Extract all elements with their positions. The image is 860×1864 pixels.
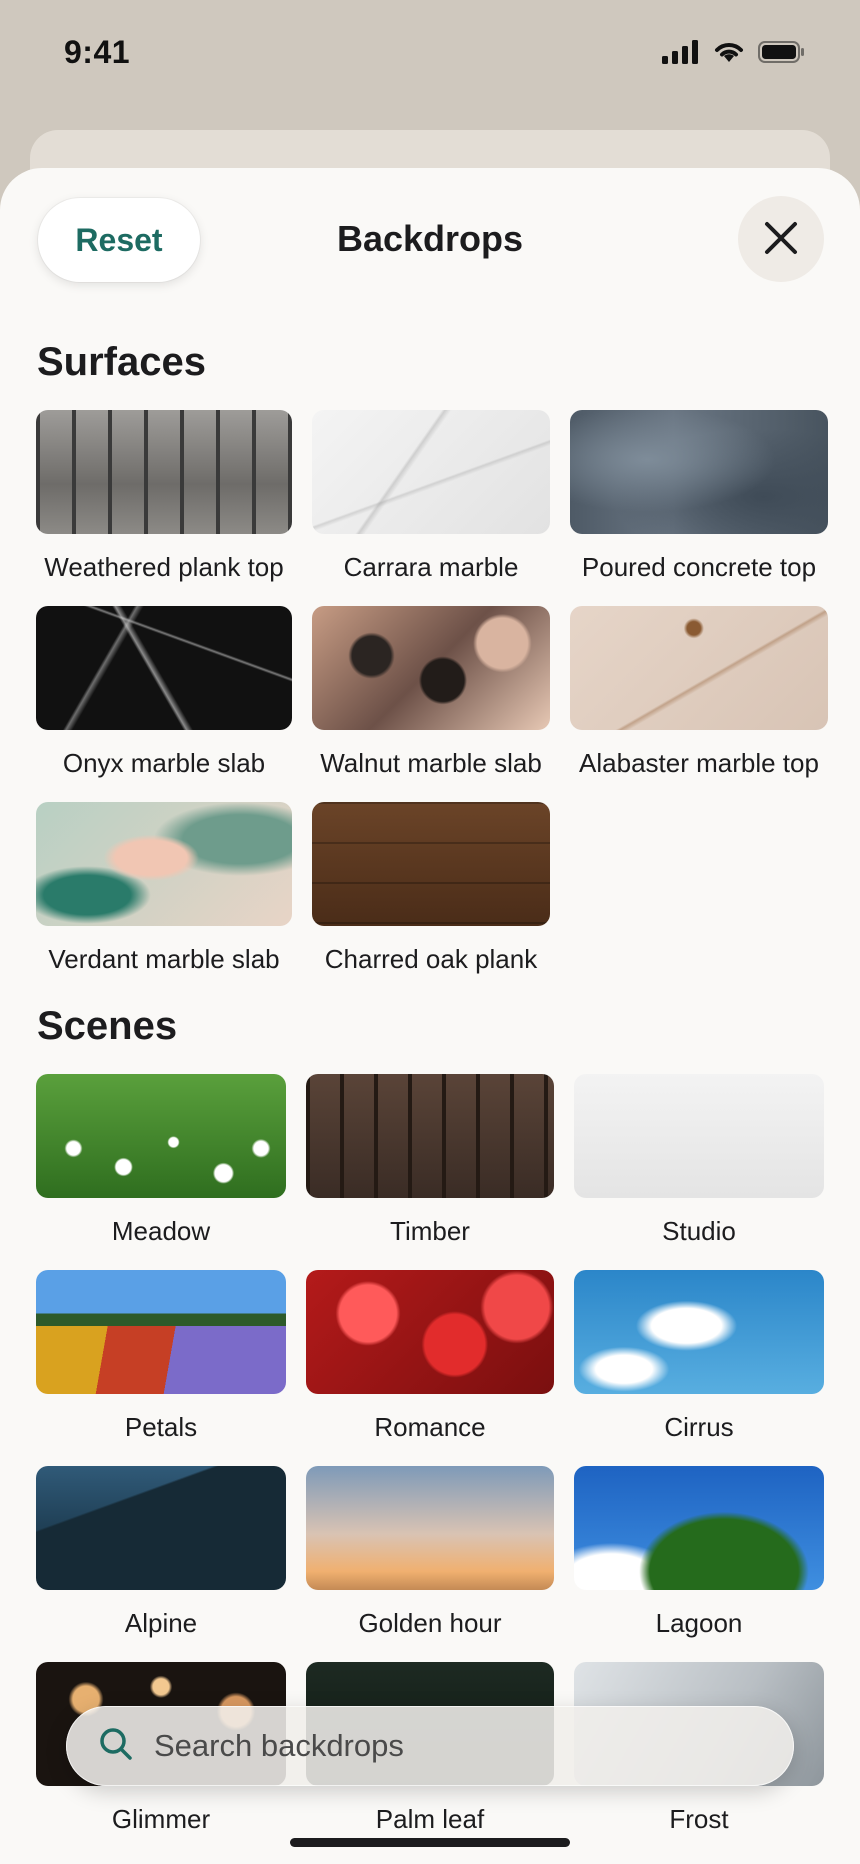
signal-icon	[662, 40, 700, 69]
backdrop-thumbnail	[574, 1270, 824, 1394]
backdrop-thumbnail	[36, 802, 292, 926]
backdrop-tile[interactable]: Alpine	[36, 1466, 286, 1638]
search-icon	[98, 1726, 134, 1767]
backdrop-tile[interactable]: Golden hour	[306, 1466, 554, 1638]
backdrops-sheet: Reset Backdrops Surfaces Weathered plank…	[0, 168, 860, 1864]
backdrop-tile[interactable]: Romance	[306, 1270, 554, 1442]
backdrop-thumbnail	[36, 410, 292, 534]
backdrop-tile[interactable]: Alabaster marble top	[570, 606, 828, 778]
backdrop-thumbnail	[36, 1074, 286, 1198]
backdrop-tile[interactable]: Cirrus	[574, 1270, 824, 1442]
backdrop-thumbnail	[36, 1466, 286, 1590]
backdrop-tile[interactable]: Weathered plank top	[36, 410, 292, 582]
backdrop-label: Walnut marble slab	[320, 748, 542, 778]
search-bar[interactable]	[66, 1706, 794, 1786]
backdrop-label: Frost	[669, 1804, 729, 1834]
backdrop-thumbnail	[312, 802, 550, 926]
home-indicator	[290, 1838, 570, 1847]
backdrop-tile[interactable]: Carrara marble	[312, 410, 550, 582]
backdrop-label: Cirrus	[664, 1412, 734, 1442]
close-icon	[764, 221, 798, 258]
sheet-header: Reset Backdrops	[0, 168, 860, 308]
backdrop-tile[interactable]: Onyx marble slab	[36, 606, 292, 778]
backdrop-tile[interactable]: Charred oak plank	[312, 802, 550, 974]
backdrop-tile[interactable]: Studio	[574, 1074, 824, 1246]
status-bar: 9:41	[0, 0, 860, 110]
backdrop-thumbnail	[36, 1270, 286, 1394]
search-input[interactable]	[154, 1728, 714, 1764]
backdrop-tile[interactable]: Timber	[306, 1074, 554, 1246]
backdrop-thumbnail	[36, 606, 292, 730]
backdrop-label: Meadow	[111, 1216, 211, 1246]
backdrop-label: Charred oak plank	[324, 944, 538, 974]
backdrop-thumbnail	[306, 1270, 554, 1394]
backdrop-label: Glimmer	[111, 1804, 211, 1834]
backdrop-tile[interactable]: Petals	[36, 1270, 286, 1442]
sheet-title: Backdrops	[336, 218, 524, 259]
backdrop-thumbnail	[574, 1466, 824, 1590]
backdrop-label: Studio	[662, 1216, 736, 1246]
backdrop-label: Carrara marble	[343, 552, 519, 582]
battery-icon	[758, 40, 806, 69]
backdrop-label: Poured concrete top	[581, 552, 817, 582]
backdrop-thumbnail	[574, 1074, 824, 1198]
backdrop-label: Romance	[374, 1412, 486, 1442]
backdrop-thumbnail	[306, 1466, 554, 1590]
backdrop-thumbnail	[570, 606, 828, 730]
backdrop-label: Onyx marble slab	[62, 748, 266, 778]
backdrop-label: Weathered plank top	[44, 552, 284, 582]
backdrop-tile[interactable]: Verdant marble slab	[36, 802, 292, 974]
wifi-icon	[712, 40, 746, 69]
backdrop-thumbnail	[312, 410, 550, 534]
backdrop-label: Palm leaf	[375, 1804, 485, 1834]
backdrop-label: Alpine	[124, 1608, 198, 1638]
backdrop-label: Lagoon	[655, 1608, 743, 1638]
backdrop-label: Timber	[390, 1216, 470, 1246]
status-time: 9:41	[64, 34, 131, 70]
section-title-surfaces: Surfaces	[37, 340, 206, 384]
backdrop-tile[interactable]: Lagoon	[574, 1466, 824, 1638]
backdrop-thumbnail	[570, 410, 828, 534]
backdrop-label: Golden hour	[358, 1608, 502, 1638]
backdrop-tile[interactable]: Meadow	[36, 1074, 286, 1246]
backdrop-label: Petals	[124, 1412, 198, 1442]
close-button[interactable]	[738, 196, 824, 282]
status-icons	[662, 40, 806, 69]
backdrop-label: Verdant marble slab	[48, 944, 280, 974]
section-title-scenes: Scenes	[37, 1004, 178, 1048]
backdrop-label: Alabaster marble top	[579, 748, 819, 778]
backdrop-thumbnail	[306, 1074, 554, 1198]
backdrop-tile[interactable]: Walnut marble slab	[312, 606, 550, 778]
backdrop-thumbnail	[312, 606, 550, 730]
backdrop-tile[interactable]: Poured concrete top	[570, 410, 828, 582]
